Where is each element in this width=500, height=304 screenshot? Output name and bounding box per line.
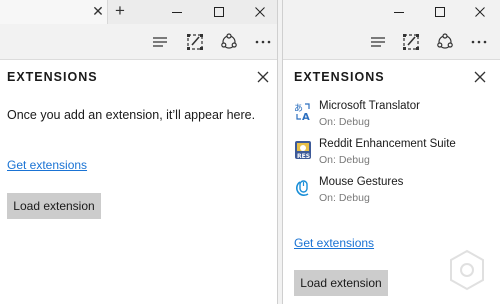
- translator-icon: あ A: [294, 103, 310, 122]
- extension-name: Microsoft Translator: [319, 100, 420, 112]
- svg-text:RES: RES: [297, 153, 310, 160]
- share-icon[interactable]: [435, 32, 455, 52]
- extension-status: On: Debug: [319, 154, 370, 166]
- panel-title: EXTENSIONS: [7, 70, 98, 84]
- maximize-button[interactable]: [420, 0, 460, 24]
- load-extension-button[interactable]: Load extension: [294, 270, 388, 296]
- web-note-icon[interactable]: [185, 32, 205, 52]
- extension-status: On: Debug: [319, 116, 370, 128]
- window-close-button[interactable]: [240, 0, 277, 24]
- extension-name: Reddit Enhancement Suite: [319, 138, 456, 150]
- panel-title: EXTENSIONS: [294, 70, 385, 84]
- extension-name: Mouse Gestures: [319, 176, 404, 188]
- svg-text:A: A: [302, 112, 310, 122]
- left-browser-window: ✕ + EXTENSIONS Once you add an extension…: [0, 0, 277, 304]
- browser-tab[interactable]: ✕: [0, 0, 108, 24]
- minimize-icon: [172, 12, 182, 13]
- close-icon: [475, 7, 485, 17]
- maximize-icon: [435, 7, 445, 17]
- empty-extensions-message: Once you add an extension, it’ll appear …: [7, 108, 256, 122]
- extension-status: On: Debug: [319, 192, 370, 204]
- tab-strip: ✕ +: [0, 0, 277, 24]
- hub-icon[interactable]: [368, 32, 388, 52]
- web-note-icon[interactable]: [401, 32, 421, 52]
- browser-toolbar: [0, 24, 277, 60]
- panel-close-icon[interactable]: [473, 70, 487, 84]
- get-extensions-link[interactable]: Get extensions: [7, 158, 87, 172]
- extension-item-mouse-gestures[interactable]: Mouse Gestures On: Debug: [294, 176, 494, 206]
- new-tab-icon[interactable]: +: [112, 2, 128, 19]
- tab-strip: [283, 0, 500, 24]
- extension-item-microsoft-translator[interactable]: あ A Microsoft Translator On: Debug: [294, 100, 494, 130]
- get-extensions-link[interactable]: Get extensions: [294, 236, 374, 250]
- watermark-logo: [450, 249, 484, 291]
- minimize-button[interactable]: [157, 0, 197, 24]
- more-icon[interactable]: [253, 32, 273, 52]
- reddit-enhancement-icon: RES: [295, 141, 311, 160]
- more-icon[interactable]: [469, 32, 489, 52]
- panel-close-icon[interactable]: [256, 70, 270, 84]
- window-close-button[interactable]: [460, 0, 500, 24]
- load-extension-button[interactable]: Load extension: [7, 193, 101, 219]
- hub-icon[interactable]: [150, 32, 170, 52]
- maximize-icon: [214, 7, 224, 17]
- tab-close-icon[interactable]: ✕: [92, 3, 104, 19]
- minimize-button[interactable]: [379, 0, 419, 24]
- extension-item-reddit-enhancement-suite[interactable]: RES Reddit Enhancement Suite On: Debug: [294, 138, 494, 168]
- share-icon[interactable]: [219, 32, 239, 52]
- maximize-button[interactable]: [199, 0, 239, 24]
- minimize-icon: [394, 12, 404, 13]
- close-icon: [255, 7, 265, 17]
- browser-toolbar: [283, 24, 500, 60]
- mouse-gestures-icon: [296, 180, 309, 197]
